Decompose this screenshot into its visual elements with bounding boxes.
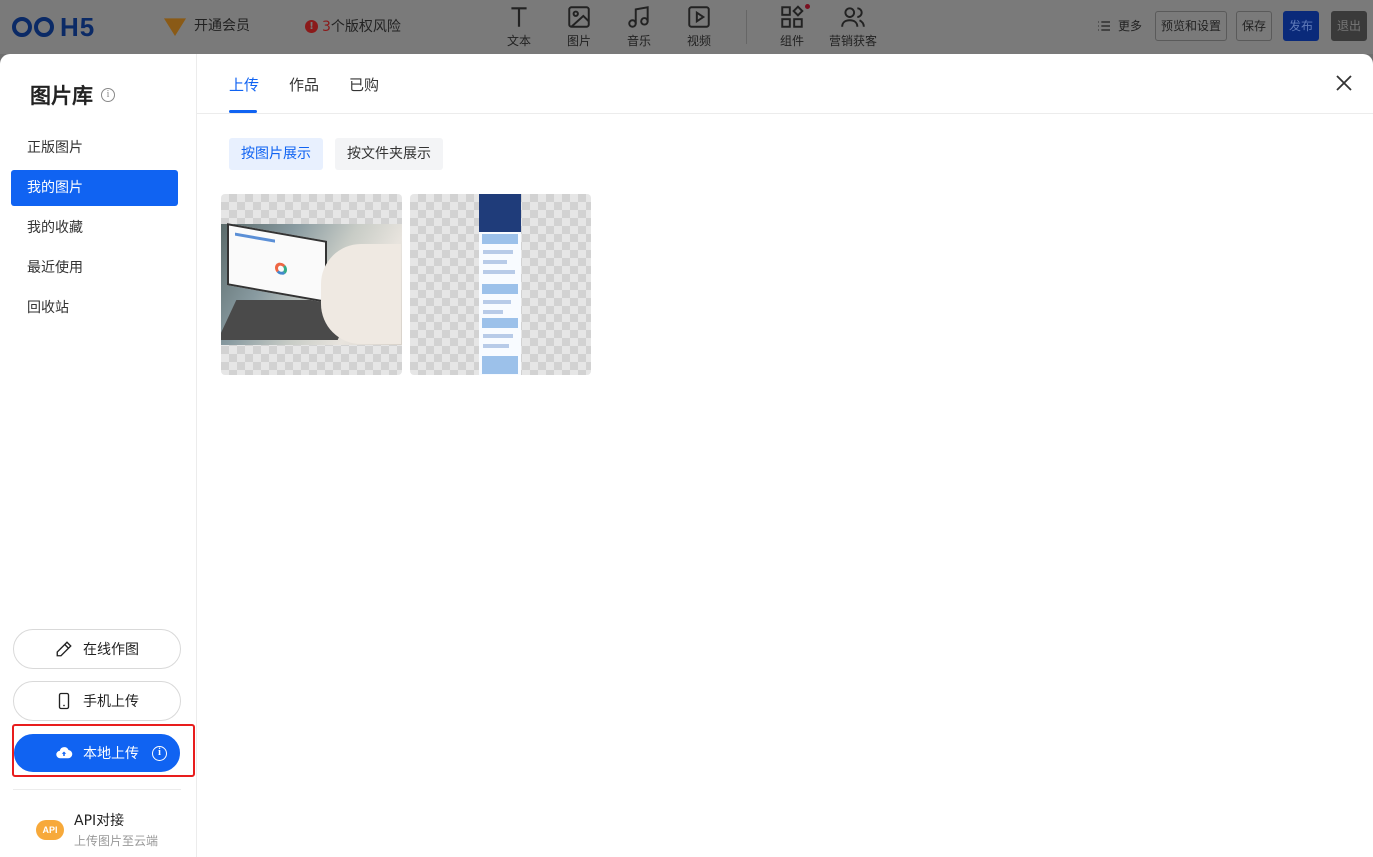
music-icon (628, 6, 649, 28)
library-title: 图片库 i (30, 80, 115, 110)
tool-label: 文本 (506, 34, 531, 48)
phone-upload-label: 手机上传 (83, 694, 139, 710)
sidebar-item-favorites[interactable]: 我的收藏 (11, 210, 178, 246)
photo-detail (227, 223, 327, 303)
publish-button[interactable]: 发布 (1283, 11, 1320, 41)
logo-ring-icon (12, 17, 32, 37)
toolbar-divider (746, 10, 747, 44)
vip-crown-icon (164, 18, 186, 36)
library-title-text: 图片库 (30, 84, 93, 108)
highlight-box (12, 724, 195, 777)
notification-dot (805, 4, 810, 9)
tab-upload[interactable]: 上传 (229, 74, 259, 95)
users-icon (841, 7, 865, 27)
library-nav: 正版图片我的图片我的收藏最近使用回收站 (11, 130, 178, 330)
vip-button[interactable]: 开通会员 (164, 14, 250, 36)
laptop-photo (221, 223, 402, 345)
tab-works[interactable]: 作品 (289, 74, 319, 95)
pencil-icon (56, 641, 72, 657)
save-button[interactable]: 保存 (1236, 11, 1273, 41)
tool-label: 组件 (779, 34, 804, 48)
phone-icon (58, 692, 70, 710)
warning-icon: ! (305, 19, 318, 33)
vip-label: 开通会员 (194, 18, 250, 34)
photo-detail (321, 244, 401, 344)
tool-label: 视频 (686, 34, 711, 48)
more-menu[interactable]: 更多 (1096, 17, 1142, 34)
image-grid (221, 194, 591, 375)
image-icon (568, 6, 590, 28)
sidebar-divider (13, 789, 181, 790)
active-tab-indicator (229, 110, 257, 113)
info-icon[interactable]: i (101, 88, 115, 102)
exit-button[interactable]: 退出 (1331, 11, 1368, 41)
tool-label: 音乐 (626, 34, 651, 48)
online-edit-button[interactable]: 在线作图 (13, 629, 181, 669)
components-icon (781, 5, 804, 28)
preview-settings-button[interactable]: 预览和设置 (1155, 11, 1228, 41)
risk-count: 3 (322, 19, 331, 35)
app-logo[interactable]: H5 (12, 12, 95, 42)
api-integration[interactable]: API API对接 上传图片至云端 (36, 810, 158, 849)
image-thumbnail[interactable] (410, 194, 591, 375)
online-edit-label: 在线作图 (83, 642, 139, 658)
list-icon (1098, 20, 1110, 31)
close-icon[interactable] (1335, 74, 1353, 92)
view-by-folder-button[interactable]: 按文件夹展示 (335, 138, 443, 170)
text-icon (511, 7, 527, 27)
image-thumbnail[interactable] (221, 194, 402, 375)
view-by-image-button[interactable]: 按图片展示 (229, 138, 323, 170)
sidebar-item-licensed[interactable]: 正版图片 (11, 130, 178, 166)
copyright-risk-link[interactable]: ! 3个版权风险 (305, 16, 401, 36)
tool-label: 营销获客 (828, 34, 877, 48)
sidebar-item-trash[interactable]: 回收站 (11, 290, 178, 326)
library-tabs: 上传 作品 已购 (197, 54, 1373, 114)
tool-text[interactable]: 文本 (489, 4, 549, 49)
tool-components[interactable]: 组件 (762, 4, 822, 49)
tool-music[interactable]: 音乐 (609, 4, 669, 49)
view-toggle: 按图片展示 按文件夹展示 (229, 138, 443, 170)
image-library-modal: 图片库 i 正版图片 我的图片 我的收藏 最近使用 回收站 在线作图 手机上传 本地上传… (0, 54, 1373, 857)
api-title: API对接 (74, 813, 125, 829)
api-subtitle: 上传图片至云端 (74, 834, 159, 848)
tool-video[interactable]: 视频 (669, 4, 729, 49)
tool-marketing[interactable]: 营销获客 (823, 4, 883, 49)
long-page-screenshot (479, 194, 521, 375)
logo-text: H5 (60, 11, 96, 42)
sidebar-item-my-images[interactable]: 我的图片 (11, 170, 178, 206)
risk-text: 个版权风险 (330, 19, 401, 35)
top-toolbar: H5 开通会员 ! 3个版权风险 文本 图片 音乐 视频 组件 营销获客 更多 … (0, 0, 1373, 54)
library-main: 上传 作品 已购 按图片展示 按文件夹展示 (197, 54, 1373, 857)
api-cloud-icon: API (36, 819, 64, 840)
library-sidebar: 图片库 i 正版图片 我的图片 我的收藏 最近使用 回收站 在线作图 手机上传 本地上传… (0, 54, 197, 857)
tab-purchased[interactable]: 已购 (349, 74, 379, 95)
logo-ring-icon (34, 17, 54, 37)
tool-label: 图片 (566, 34, 591, 48)
sidebar-item-recent[interactable]: 最近使用 (11, 250, 178, 286)
video-icon (688, 6, 710, 28)
more-label: 更多 (1118, 19, 1143, 33)
tool-image[interactable]: 图片 (549, 4, 609, 49)
phone-upload-button[interactable]: 手机上传 (13, 681, 181, 721)
